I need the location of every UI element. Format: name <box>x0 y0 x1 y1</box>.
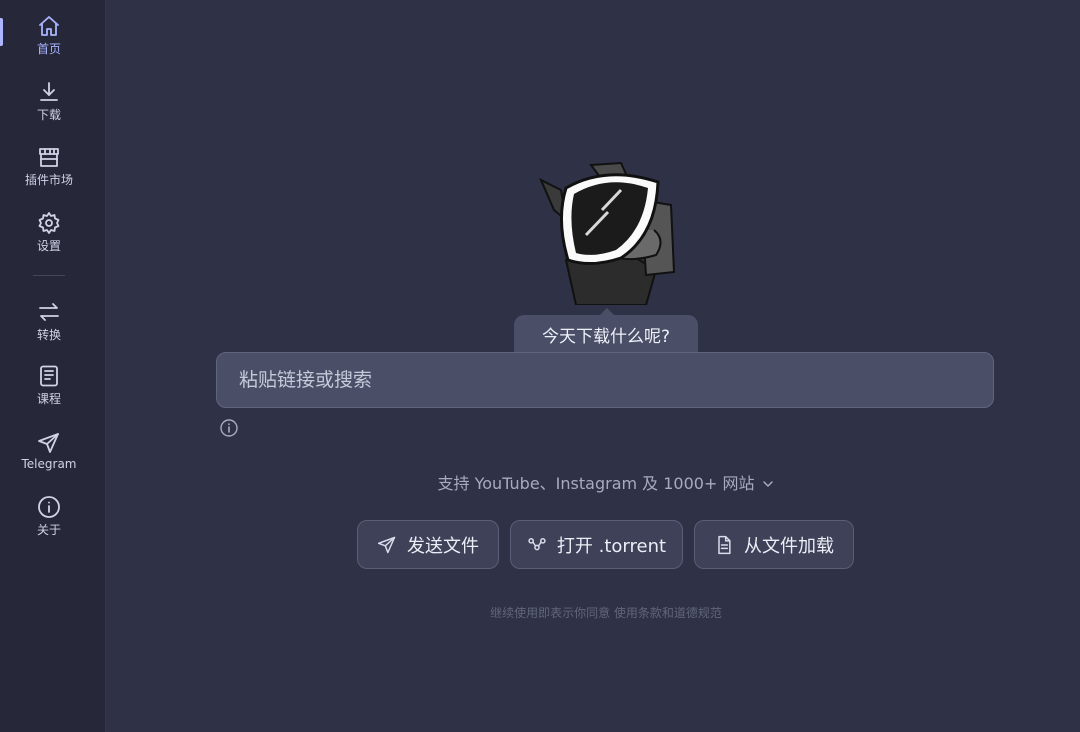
sidebar-item-about[interactable]: 关于 <box>0 495 98 538</box>
supported-sites-text: 支持 YouTube、Instagram 及 1000+ 网站 <box>437 474 755 493</box>
sidebar-item-telegram[interactable]: Telegram <box>0 431 98 471</box>
sidebar-item-label: 插件市场 <box>24 173 73 187</box>
sidebar-item-label: 首页 <box>36 42 61 56</box>
store-icon <box>39 148 59 167</box>
sidebar-item-label: 下载 <box>36 108 61 122</box>
open-torrent-button[interactable]: 打开 .torrent <box>510 520 683 569</box>
main-area: 今天下载什么呢? 支持 YouTube、Instagram 及 1000+ 网站… <box>106 0 1080 732</box>
info-icon <box>38 496 60 518</box>
sidebar-item-download[interactable]: 下载 <box>0 80 98 123</box>
search-input[interactable] <box>237 368 973 392</box>
sidebar-item-home[interactable]: 首页 <box>0 14 98 57</box>
sidebar-divider <box>33 275 65 276</box>
torrent-nodes-icon <box>528 537 546 550</box>
sidebar-item-label: 转换 <box>36 328 61 342</box>
home-icon <box>39 16 59 36</box>
info-icon[interactable] <box>219 418 239 438</box>
sidebar-item-settings[interactable]: 设置 <box>0 211 98 254</box>
book-icon <box>40 365 58 387</box>
supported-sites-toggle[interactable]: 支持 YouTube、Instagram 及 1000+ 网站 <box>106 470 1080 494</box>
open-torrent-label: 打开 .torrent <box>556 535 667 557</box>
sidebar-item-courses[interactable]: 课程 <box>0 364 98 407</box>
send-file-button[interactable]: 发送文件 <box>357 520 499 569</box>
mascot-image <box>538 161 676 305</box>
sidebar-item-plugin-market[interactable]: 插件市场 <box>0 145 98 188</box>
terms-notice[interactable]: 继续使用即表示你同意 使用条款和道德规范 <box>106 604 1080 621</box>
sidebar-item-convert[interactable]: 转换 <box>0 300 98 343</box>
sidebar: 首页 下载 插件市场 设置 转换 课程 Telegram 关于 <box>0 0 106 732</box>
chevron-down-icon <box>762 475 774 494</box>
download-icon <box>40 82 58 101</box>
send-icon <box>38 433 59 453</box>
file-icon <box>718 535 731 554</box>
gear-icon <box>38 212 60 234</box>
sidebar-item-label: 课程 <box>36 392 61 406</box>
load-from-file-label: 从文件加载 <box>744 535 834 557</box>
convert-icon <box>39 303 59 321</box>
send-file-label: 发送文件 <box>407 535 479 557</box>
send-icon <box>377 536 396 553</box>
sidebar-item-label: 关于 <box>36 523 61 537</box>
search-box[interactable] <box>216 352 994 408</box>
sidebar-item-label: 设置 <box>36 239 61 253</box>
speech-bubble: 今天下载什么呢? <box>514 308 698 353</box>
sidebar-item-label: Telegram <box>21 457 77 471</box>
load-from-file-button[interactable]: 从文件加载 <box>694 520 854 569</box>
